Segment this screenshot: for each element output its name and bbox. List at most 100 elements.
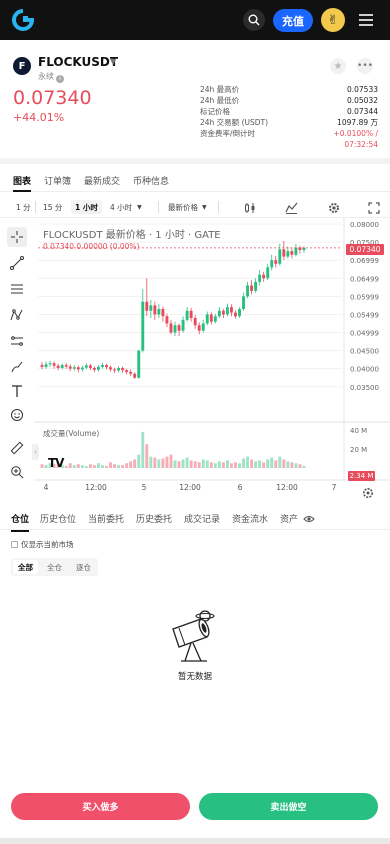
- candle-body: [234, 312, 237, 317]
- home-indicator: [0, 838, 390, 844]
- candle-body: [137, 350, 141, 378]
- last-price-tag: 0.07340: [346, 244, 384, 255]
- avatar[interactable]: ✌: [321, 8, 345, 32]
- volume-bar: [254, 461, 258, 468]
- candle-body: [193, 318, 197, 326]
- favorite-star-icon[interactable]: ★: [330, 58, 346, 74]
- current-market-only[interactable]: 仅显示当前市场: [11, 539, 74, 550]
- tab-funding-flow[interactable]: 资金流水: [232, 512, 268, 525]
- candle-body: [278, 249, 282, 264]
- chevron-down-icon: ▼: [202, 203, 207, 211]
- volume-bar: [185, 457, 189, 468]
- eye-icon[interactable]: [303, 514, 315, 524]
- tab-open-orders[interactable]: 当前委托: [88, 512, 124, 525]
- gate-logo-icon[interactable]: [12, 9, 34, 31]
- price-type-label: 最新价格: [168, 202, 198, 212]
- volume-bar: [141, 431, 145, 468]
- volume-bar: [238, 463, 241, 468]
- interval-1m[interactable]: 1 分: [16, 200, 31, 214]
- fullscreen-icon[interactable]: [368, 201, 380, 215]
- interval-4h[interactable]: 4 小时 ▼: [110, 200, 142, 214]
- volume-bar: [80, 465, 84, 468]
- filter-isolated[interactable]: 逐仓: [69, 558, 98, 576]
- time-axis-label: 6: [238, 483, 243, 492]
- divider: [158, 201, 159, 213]
- volume-bar: [274, 460, 278, 468]
- candle-type-icon[interactable]: [244, 201, 257, 215]
- volume-axis-label: 40 M: [350, 427, 367, 435]
- stat-row: 24h 最高价 0.07533: [200, 84, 378, 95]
- volume-bar: [137, 454, 141, 468]
- empty-state-text: 暂无数据: [177, 672, 212, 682]
- volume-bar: [161, 458, 165, 468]
- price-type-select[interactable]: 最新价格 ▼: [168, 200, 207, 214]
- funding-label: 资金费率/倒计时: [200, 129, 256, 138]
- funding-row: 资金费率/倒计时 +0.0100% /: [200, 128, 378, 139]
- interval-15m[interactable]: 15 分: [43, 200, 62, 214]
- tradingview-logo: TV: [48, 456, 65, 470]
- tab-orderbook[interactable]: 订单簿: [44, 170, 71, 191]
- tab-positions[interactable]: 仓位: [11, 512, 30, 532]
- symbol-title[interactable]: FLOCKUSDT: [38, 55, 118, 69]
- volume-bar: [213, 463, 217, 468]
- info-icon[interactable]: i: [56, 75, 64, 83]
- candle-body: [88, 365, 92, 368]
- interval-1h[interactable]: 1 小时: [71, 200, 102, 214]
- tab-chart[interactable]: 图表: [13, 170, 32, 192]
- volume-bar: [109, 462, 112, 468]
- volume-bar: [92, 465, 96, 468]
- stats-panel: 24h 最高价 0.07533 24h 最低价 0.05032 标记价格 0.0734…: [200, 84, 378, 150]
- candle-body: [274, 260, 278, 264]
- tab-trades[interactable]: 最新成交: [84, 170, 120, 191]
- tab-assets[interactable]: 资产: [280, 512, 298, 525]
- tab-coin-info[interactable]: 币种信息: [133, 170, 169, 191]
- indicator-icon[interactable]: [285, 201, 298, 215]
- candle-body: [101, 365, 104, 367]
- search-button[interactable]: [243, 9, 265, 31]
- tab-order-history[interactable]: 历史委托: [136, 512, 172, 525]
- chart-settings-icon[interactable]: [362, 487, 374, 499]
- price-axis-label: 0.05999: [350, 293, 379, 301]
- candle-body: [189, 310, 193, 319]
- sell-short-button[interactable]: 卖出做空: [199, 793, 378, 820]
- candle-body: [221, 310, 225, 315]
- volume-bar: [229, 463, 233, 468]
- deposit-button[interactable]: 充值: [273, 9, 313, 32]
- candle-body: [121, 367, 125, 371]
- filter-cross[interactable]: 全仓: [40, 558, 69, 576]
- volume-bar: [149, 456, 153, 468]
- tab-position-history[interactable]: 历史仓位: [40, 512, 76, 525]
- volume-bar: [169, 454, 173, 468]
- last-volume-tag: 2.34 M: [348, 471, 375, 481]
- volume-bar: [105, 466, 108, 468]
- tab-trade-history[interactable]: 成交记录: [184, 512, 220, 525]
- stat-value: 0.07344: [346, 107, 378, 116]
- candle-body: [250, 285, 254, 291]
- volume-bar: [221, 462, 225, 468]
- volume-bar: [234, 462, 237, 468]
- chevron-down-icon[interactable]: ▼: [110, 57, 116, 66]
- price-axis-label: 0.08000: [350, 221, 379, 229]
- volume-bar: [121, 465, 125, 468]
- current-market-checkbox[interactable]: [11, 541, 18, 548]
- time-axis-label: 7: [332, 483, 337, 492]
- volume-bar: [173, 460, 177, 468]
- candle-body: [161, 309, 165, 317]
- price-axis-label: 0.05499: [350, 311, 379, 319]
- volume-bar: [286, 461, 290, 468]
- more-icon[interactable]: •••: [357, 58, 373, 74]
- candle-body: [169, 323, 173, 333]
- volume-bar: [157, 459, 161, 468]
- buy-long-button[interactable]: 买入做多: [11, 793, 190, 820]
- candle-body: [56, 365, 60, 368]
- candle-body: [238, 309, 241, 317]
- volume-bar: [145, 444, 149, 468]
- stat-row: 24h 最低价 0.05032: [200, 95, 378, 106]
- candle-body: [60, 365, 64, 368]
- gear-icon[interactable]: [328, 201, 340, 215]
- volume-bar: [242, 458, 245, 468]
- filter-all[interactable]: 全部: [13, 560, 38, 574]
- time-axis-label: 4: [44, 483, 49, 492]
- menu-icon[interactable]: [356, 10, 376, 30]
- volume-bar: [266, 459, 270, 468]
